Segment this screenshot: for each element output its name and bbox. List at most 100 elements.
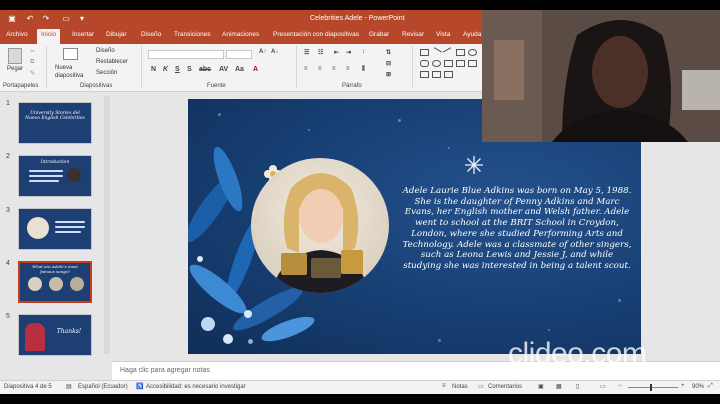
bokeh-dot — [308, 129, 310, 131]
underline-icon[interactable]: S — [175, 66, 180, 73]
tab-ayuda[interactable]: Ayuda — [463, 31, 481, 38]
shrink-font-icon[interactable]: A↓ — [271, 49, 278, 55]
font-name-input[interactable] — [148, 50, 224, 59]
start-slideshow-icon[interactable]: ▭ — [60, 13, 72, 25]
bullets-icon[interactable]: ☰ — [304, 49, 309, 56]
circle-shape-icon[interactable] — [432, 60, 441, 67]
justify-icon[interactable]: ≡ — [346, 66, 350, 72]
spacing-icon[interactable]: AV — [219, 66, 228, 73]
rounded-rectangle-shape-icon[interactable] — [420, 60, 429, 67]
zoom-in-icon[interactable]: + — [681, 383, 685, 389]
comments-button[interactable]: Comentarios — [488, 384, 522, 390]
triangle-shape-icon[interactable] — [420, 71, 429, 78]
slide-thumbnail-2[interactable]: Introduction — [18, 155, 92, 197]
tab-archivo[interactable]: Archivo — [6, 31, 28, 38]
tab-revisar[interactable]: Revisar — [402, 31, 424, 38]
decrease-indent-icon[interactable]: ⇤ — [334, 49, 339, 56]
comments-icon[interactable]: ▭ — [478, 383, 484, 390]
status-bar: Diapositiva 4 de 5 ▤ Español (Ecuador) ♿… — [0, 380, 720, 394]
notes-icon[interactable]: ≡ — [442, 383, 446, 389]
format-painter-icon[interactable]: ✎ — [30, 70, 35, 77]
zoom-out-icon[interactable]: − — [618, 383, 622, 389]
paste-button[interactable]: Pegar — [7, 66, 23, 72]
layout-button[interactable]: Diseño — [96, 48, 115, 54]
normal-view-icon[interactable]: ▣ — [538, 383, 544, 390]
slide-thumbnail-4[interactable]: What are Adele's most famous songs? — [18, 261, 92, 303]
reading-view-icon[interactable]: ▯ — [576, 383, 579, 390]
notes-placeholder: Haga clic para agregar notas — [120, 367, 210, 374]
adele-photo[interactable] — [251, 158, 389, 293]
proofing-icon[interactable]: ▤ — [66, 383, 72, 390]
slide-thumbnail-1[interactable]: University Stories del Nuevo English Cel… — [18, 102, 92, 144]
slide-sorter-icon[interactable]: ▦ — [556, 383, 562, 390]
cut-icon[interactable]: ✂ — [30, 48, 35, 55]
letterbox-top — [0, 0, 720, 10]
star-shape-icon[interactable] — [444, 71, 453, 78]
line-shape-icon[interactable] — [430, 47, 443, 58]
tab-diseno[interactable]: Diseño — [141, 31, 161, 38]
new-slide-button[interactable]: Nueva diapositiva — [55, 64, 93, 80]
thumbnail-photo — [49, 277, 63, 291]
smartart-icon[interactable]: ⊞ — [386, 71, 391, 78]
strikethrough-icon[interactable]: abc — [199, 66, 211, 73]
zoom-slider[interactable] — [628, 387, 678, 388]
tab-animaciones[interactable]: Animaciones — [222, 31, 259, 38]
down-arrow-shape-icon[interactable] — [468, 60, 477, 67]
tab-transiciones[interactable]: Transiciones — [174, 31, 211, 38]
increase-indent-icon[interactable]: ⇥ — [346, 49, 351, 56]
tab-inicio[interactable]: Inicio — [37, 29, 61, 44]
separator — [296, 46, 297, 88]
zoom-slider-thumb[interactable] — [650, 384, 652, 391]
slide-body-text[interactable]: Adele Laurie Blue Adkins was born on May… — [402, 186, 632, 272]
align-center-icon[interactable]: ≡ — [318, 66, 322, 72]
shadow-icon[interactable]: S — [187, 66, 192, 73]
align-right-icon[interactable]: ≡ — [332, 66, 336, 72]
bold-icon[interactable]: N — [151, 66, 156, 73]
slide-thumbnail-5[interactable]: Thanks! — [18, 314, 92, 356]
thumbnail-photo — [67, 168, 81, 182]
brace-shape-icon[interactable] — [432, 71, 441, 78]
save-icon[interactable]: ▣ — [6, 13, 18, 25]
change-case-icon[interactable]: Aa — [235, 66, 244, 73]
tab-dibujar[interactable]: Dibujar — [106, 31, 127, 38]
slide-thumbnail-3[interactable] — [18, 208, 92, 250]
arrow-shape-icon[interactable] — [442, 47, 455, 58]
fit-slide-icon[interactable]: ⤢ — [708, 383, 713, 390]
slideshow-view-icon[interactable]: ▭ — [600, 383, 606, 390]
font-size-input[interactable] — [226, 50, 252, 59]
rectangle-shape-icon[interactable] — [456, 49, 465, 56]
customize-toolbar-icon[interactable]: ▾ — [76, 13, 88, 25]
accessibility-icon[interactable]: ♿ — [136, 383, 143, 390]
undo-icon[interactable]: ↶ — [24, 13, 36, 25]
italic-icon[interactable]: K — [163, 66, 168, 73]
tab-grabar[interactable]: Grabar — [369, 31, 389, 38]
thumbnail-number: 1 — [6, 100, 10, 107]
align-text-icon[interactable]: ⊟ — [386, 60, 391, 67]
section-button[interactable]: Sección — [96, 70, 117, 76]
oval-shape-icon[interactable] — [468, 49, 477, 56]
columns-icon[interactable]: ⫼ — [362, 66, 365, 73]
reset-button[interactable]: Restablecer — [96, 59, 128, 65]
numbering-icon[interactable]: ☷ — [318, 49, 323, 56]
accessibility-status[interactable]: Accesibilidad: es necesario investigar — [146, 384, 246, 390]
text-direction-icon[interactable]: ⇅ — [386, 49, 391, 56]
zoom-level[interactable]: 90% — [692, 384, 704, 390]
font-color-icon[interactable]: A — [253, 66, 258, 73]
grow-font-icon[interactable]: A↑ — [259, 49, 266, 55]
redo-icon[interactable]: ↷ — [40, 13, 52, 25]
tab-presentacion[interactable]: Presentación con diapositivas — [273, 31, 359, 38]
copy-icon[interactable]: ⧉ — [30, 59, 34, 66]
tab-insertar[interactable]: Insertar — [72, 31, 94, 38]
notes-button[interactable]: Notas — [452, 384, 468, 390]
tab-vista[interactable]: Vista — [436, 31, 450, 38]
rectangle-shape-icon[interactable] — [420, 49, 429, 56]
align-left-icon[interactable]: ≡ — [304, 66, 308, 72]
line-spacing-icon[interactable]: ↕ — [362, 49, 365, 55]
person-illustration — [271, 173, 369, 293]
powerpoint-window: ▣ ↶ ↷ ▭ ▾ Celebrities Adele - PowerPoint… — [0, 0, 720, 404]
square-shape-icon[interactable] — [444, 60, 453, 67]
language-label[interactable]: Español (Ecuador) — [78, 384, 128, 390]
thumbnails-scrollbar[interactable] — [104, 96, 110, 354]
text-line — [55, 221, 85, 223]
right-arrow-shape-icon[interactable] — [456, 60, 465, 67]
